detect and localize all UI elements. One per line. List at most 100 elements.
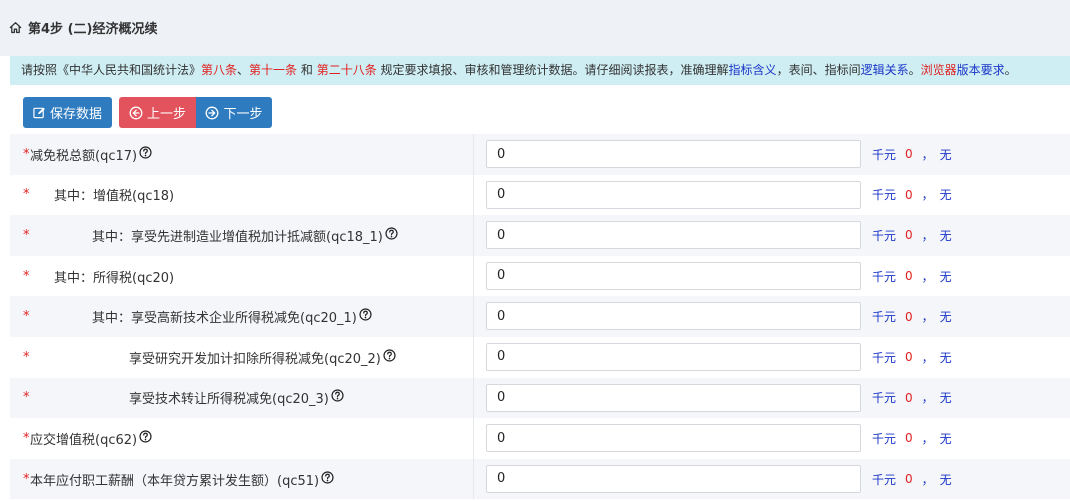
note-link[interactable]: 无 xyxy=(940,186,952,203)
unit-label: 千元 xyxy=(872,310,897,325)
required-mark: * xyxy=(23,268,30,284)
question-circle-icon[interactable] xyxy=(139,430,152,447)
unit-info: 千元 0 ， 无 xyxy=(872,256,952,297)
economic-overview-form: * 减免税总额(qc17) 千元 0 ， 无 * 其中：增值税(qc18) 千元… xyxy=(10,134,1070,500)
indicator-meaning-link[interactable]: 指标含义 xyxy=(729,63,777,77)
note-link[interactable]: 无 xyxy=(940,146,952,163)
unit-info: 千元 0 ， 无 xyxy=(872,296,952,337)
question-circle-icon[interactable] xyxy=(385,227,398,244)
value-input-qc18[interactable] xyxy=(486,180,861,209)
value-input-qc20-1[interactable] xyxy=(486,302,861,331)
field-label-text: 其中：享受先进制造业增值税加计抵减额(qc18_1) xyxy=(92,229,383,245)
page-title-text: 第4步 (二)经济概况续 xyxy=(28,21,158,37)
statistics-law-notice: 请按照《中华人民共和国统计法》第八条、第十一条 和 第二十八条 规定要求填报、审… xyxy=(10,56,1070,85)
notice-text: 规定要求填报、审核和管理统计数据。请仔细阅读报表，准确理解 xyxy=(376,63,729,77)
label-cell: * 其中：享受高新技术企业所得税减免(qc20_1) xyxy=(10,296,474,337)
home-icon[interactable] xyxy=(9,21,22,34)
field-label: 享受研究开发加计扣除所得税减免(qc20_2) xyxy=(129,337,396,378)
unit-info: 千元 0 ， 无 xyxy=(872,459,952,500)
logic-relation-link[interactable]: 逻辑关系 xyxy=(861,63,909,77)
question-circle-icon[interactable] xyxy=(331,389,344,406)
comma-separator: ， xyxy=(921,188,934,203)
note-link[interactable]: 无 xyxy=(940,471,952,488)
comma-separator: ， xyxy=(921,391,934,406)
save-button[interactable]: 保存数据 xyxy=(23,97,112,128)
form-row-qc17: * 减免税总额(qc17) 千元 0 ， 无 xyxy=(10,134,1070,175)
circle-arrow-left-icon xyxy=(129,106,143,120)
edit-icon xyxy=(33,106,46,119)
field-label: 其中：所得税(qc20) xyxy=(54,256,174,297)
note-link[interactable]: 无 xyxy=(940,349,952,366)
law-article-8-link[interactable]: 第八条 xyxy=(201,63,237,77)
label-cell: * 本年应付职工薪酬（本年贷方累计发生额）(qc51) xyxy=(10,458,474,500)
note-link[interactable]: 无 xyxy=(940,308,952,325)
value-input-qc51[interactable] xyxy=(486,464,861,493)
unit-info: 千元 0 ， 无 xyxy=(872,175,952,216)
label-cell: * 减免税总额(qc17) xyxy=(10,134,474,175)
count-value: 0 xyxy=(905,269,913,284)
question-circle-icon[interactable] xyxy=(321,470,334,488)
label-cell: * 享受研究开发加计扣除所得税减免(qc20_2) xyxy=(10,336,474,378)
version-requirement-link[interactable]: 版本要求 xyxy=(957,63,1005,77)
label-cell: * 其中：增值税(qc18) xyxy=(10,174,474,216)
field-label: 其中：享受先进制造业增值税加计抵减额(qc18_1) xyxy=(92,215,398,256)
field-label: 其中：增值税(qc18) xyxy=(54,175,174,216)
field-label-text: 应交增值税(qc62) xyxy=(30,432,138,448)
question-circle-icon[interactable] xyxy=(359,308,372,325)
value-input-qc20[interactable] xyxy=(486,261,861,290)
unit-info: 千元 0 ， 无 xyxy=(872,134,952,175)
field-label-text: 享受研究开发加计扣除所得税减免(qc20_2) xyxy=(129,351,381,367)
unit-label: 千元 xyxy=(872,269,897,284)
note-link[interactable]: 无 xyxy=(940,227,952,244)
notice-text: ，表间、指标间 xyxy=(776,63,861,77)
field-label-text: 本年应付职工薪酬（本年贷方累计发生额）(qc51) xyxy=(30,473,320,489)
comma-separator: ， xyxy=(921,269,934,284)
comma-separator: ， xyxy=(921,472,934,487)
value-input-qc20-3[interactable] xyxy=(486,383,861,412)
unit-info: 千元 0 ， 无 xyxy=(872,337,952,378)
unit-info: 千元 0 ， 无 xyxy=(872,418,952,459)
count-value: 0 xyxy=(905,147,913,162)
label-cell: * 其中：享受先进制造业增值税加计抵减额(qc18_1) xyxy=(10,215,474,256)
value-input-qc18-1[interactable] xyxy=(486,221,861,250)
unit-label: 千元 xyxy=(872,431,897,446)
value-input-qc62[interactable] xyxy=(486,424,861,453)
form-row-qc20-1: * 其中：享受高新技术企业所得税减免(qc20_1) 千元 0 ， 无 xyxy=(10,296,1070,337)
note-link[interactable]: 无 xyxy=(940,389,952,406)
law-article-11-link[interactable]: 第十一条 xyxy=(249,63,297,77)
required-mark: * xyxy=(23,390,30,406)
comma-separator: ， xyxy=(921,228,934,243)
count-value: 0 xyxy=(905,309,913,324)
next-step-button[interactable]: 下一步 xyxy=(196,97,272,128)
notice-text: 请按照《中华人民共和国统计法》 xyxy=(21,63,202,77)
previous-step-button[interactable]: 上一步 xyxy=(119,97,196,128)
law-article-28-link[interactable]: 第二十八条 xyxy=(317,63,377,77)
question-circle-icon[interactable] xyxy=(139,146,152,163)
question-circle-icon[interactable] xyxy=(383,349,396,366)
comma-separator: ， xyxy=(921,147,934,162)
page-title: 第4步 (二)经济概况续 xyxy=(9,17,157,37)
unit-label: 千元 xyxy=(872,350,897,365)
label-cell: * 享受技术转让所得税减免(qc20_3) xyxy=(10,377,474,419)
count-value: 0 xyxy=(905,187,913,202)
notice-and: 和 xyxy=(297,63,317,77)
form-row-qc18-1: * 其中：享受先进制造业增值税加计抵减额(qc18_1) 千元 0 ， 无 xyxy=(10,215,1070,256)
required-mark: * xyxy=(23,430,30,446)
unit-label: 千元 xyxy=(872,147,897,162)
note-link[interactable]: 无 xyxy=(940,430,952,447)
form-row-qc20-3: * 享受技术转让所得税减免(qc20_3) 千元 0 ， 无 xyxy=(10,377,1070,419)
unit-info: 千元 0 ， 无 xyxy=(872,215,952,256)
unit-info: 千元 0 ， 无 xyxy=(872,378,952,419)
count-value: 0 xyxy=(905,228,913,243)
note-link[interactable]: 无 xyxy=(940,268,952,285)
field-label-text: 享受技术转让所得税减免(qc20_3) xyxy=(129,392,329,408)
unit-label: 千元 xyxy=(872,391,897,406)
label-cell: * 应交增值税(qc62) xyxy=(10,418,474,459)
form-row-qc20-2: * 享受研究开发加计扣除所得税减免(qc20_2) 千元 0 ， 无 xyxy=(10,336,1070,378)
count-value: 0 xyxy=(905,472,913,487)
value-input-qc17[interactable] xyxy=(486,140,861,168)
browser-link[interactable]: 浏览器 xyxy=(921,63,957,77)
count-value: 0 xyxy=(905,431,913,446)
field-label-text: 减免税总额(qc17) xyxy=(30,148,138,164)
value-input-qc20-2[interactable] xyxy=(486,342,861,371)
